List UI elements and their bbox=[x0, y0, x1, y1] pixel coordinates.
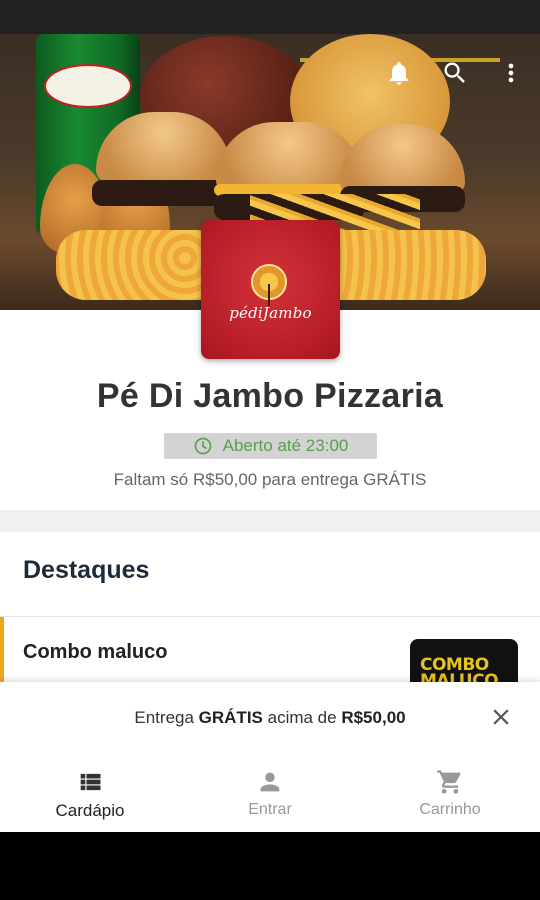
restaurant-name: Pé Di Jambo Pizzaria bbox=[96, 377, 444, 415]
section-divider bbox=[0, 510, 540, 532]
pizza-logo-icon bbox=[251, 264, 287, 306]
tab-cardapio[interactable]: Cardápio bbox=[0, 754, 180, 832]
bottom-tab-bar: Cardápio Entrar Carrinho bbox=[0, 754, 540, 832]
restaurant-logo: pédiJambo bbox=[201, 220, 340, 359]
section-title: Destaques bbox=[23, 556, 150, 584]
logo-wordmark: pédiJambo bbox=[229, 304, 312, 322]
cart-icon bbox=[437, 770, 461, 794]
opening-hours-text: Aberto até 23:00 bbox=[222, 436, 349, 455]
person-icon bbox=[260, 772, 280, 792]
system-navigation-bar bbox=[0, 832, 540, 900]
tab-label: Cardápio bbox=[55, 801, 125, 820]
more-vert-icon[interactable] bbox=[496, 58, 526, 88]
bell-icon[interactable] bbox=[384, 58, 414, 88]
hero-actions bbox=[384, 58, 526, 88]
tab-label: Carrinho bbox=[419, 801, 481, 818]
tab-carrinho[interactable]: Carrinho bbox=[360, 754, 540, 832]
clock-icon bbox=[194, 437, 211, 455]
tab-label: Entrar bbox=[248, 801, 292, 818]
search-icon[interactable] bbox=[440, 58, 470, 88]
opening-hours-badge: Aberto até 23:00 bbox=[164, 433, 377, 459]
free-delivery-banner: Entrega GRÁTIS acima de R$50,00 bbox=[0, 682, 540, 754]
tab-entrar[interactable]: Entrar bbox=[180, 754, 360, 832]
list-icon bbox=[80, 773, 101, 791]
free-delivery-banner-text: Entrega GRÁTIS acima de R$50,00 bbox=[134, 708, 406, 727]
product-name: Combo maluco bbox=[23, 641, 168, 663]
free-delivery-remaining: Faltam só R$50,00 para entrega GRÁTIS bbox=[113, 470, 427, 489]
close-icon[interactable] bbox=[488, 704, 514, 730]
app-screen: pédiJambo Pé Di Jambo Pizzaria Aberto at… bbox=[0, 34, 540, 832]
status-bar bbox=[0, 0, 540, 34]
